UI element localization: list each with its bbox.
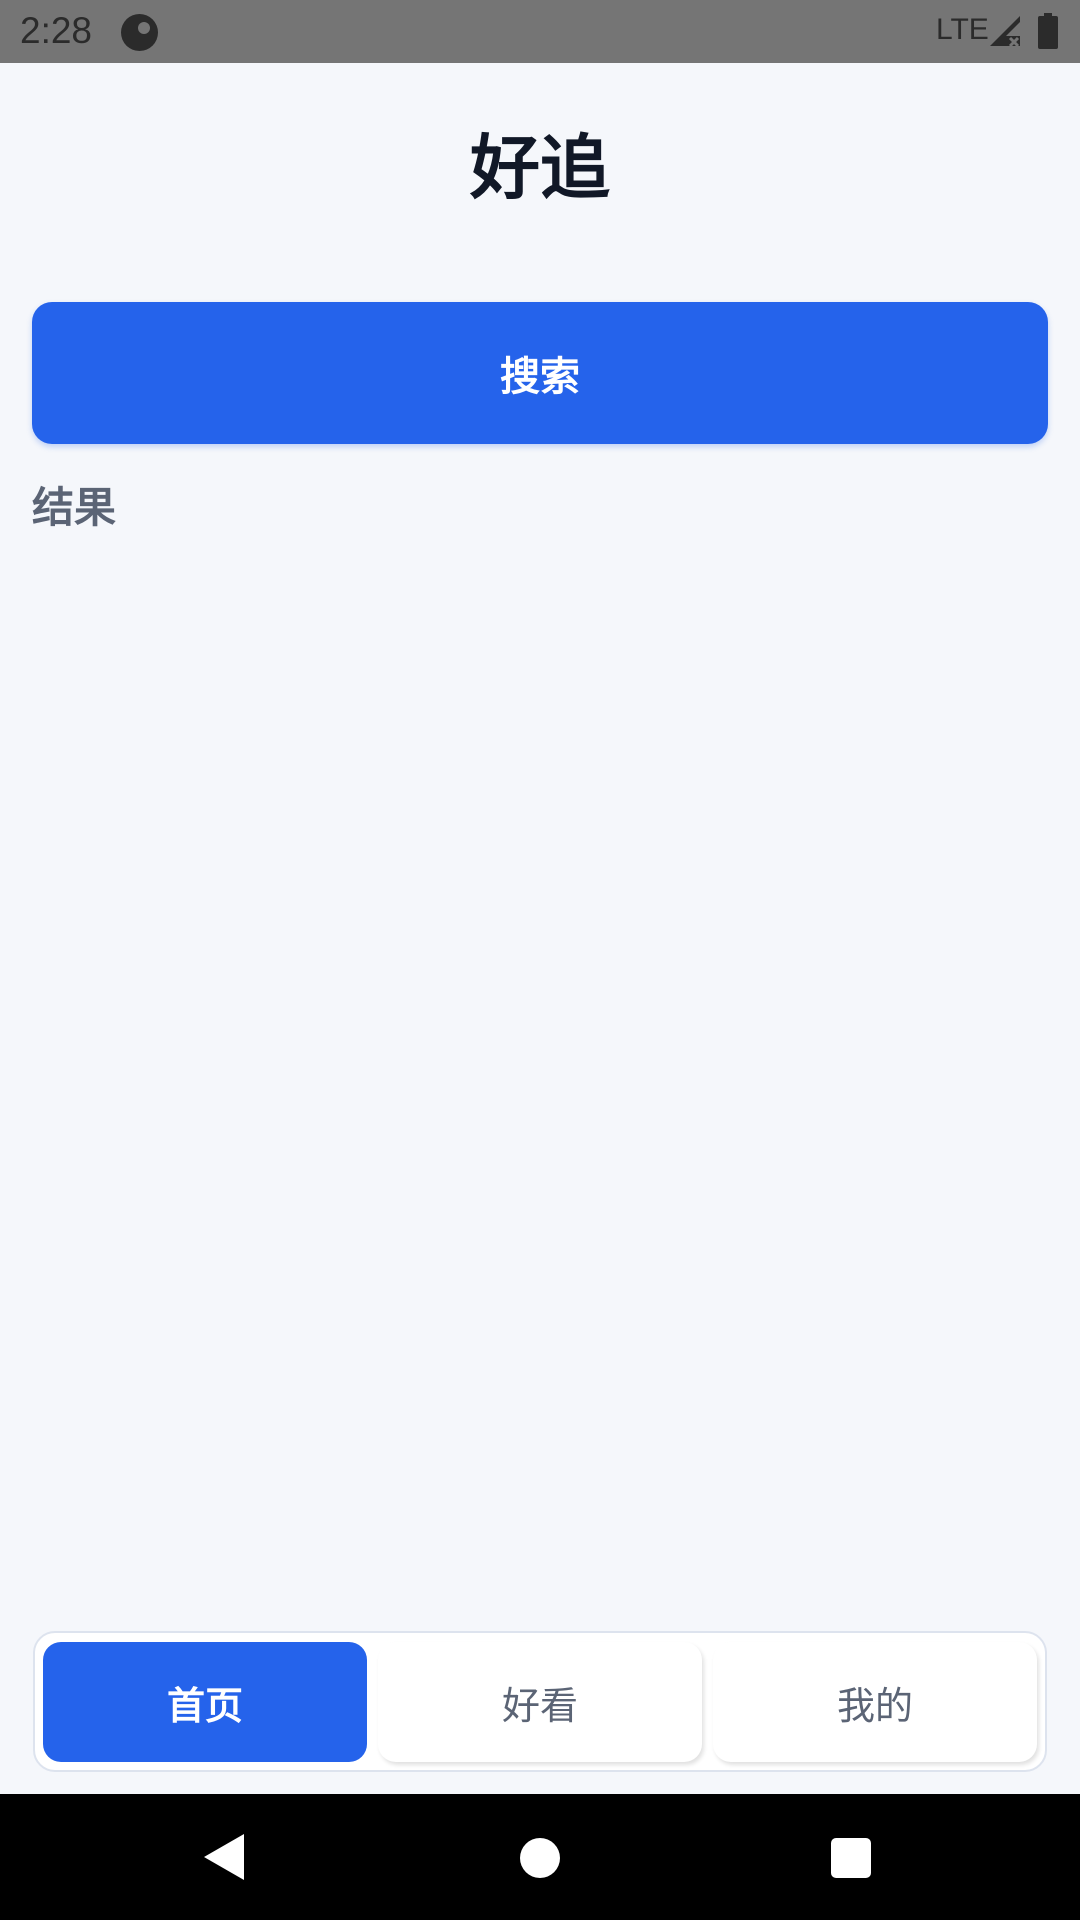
bottom-tab-bar: 首页 好看 我的 [33, 1631, 1047, 1772]
battery-icon [1038, 13, 1058, 49]
search-button[interactable]: 搜索 [32, 302, 1048, 444]
back-icon[interactable] [204, 1834, 246, 1880]
app-title: 好追 [470, 127, 610, 209]
app-notification-icon [121, 14, 158, 51]
tab-home[interactable]: 首页 [43, 1642, 367, 1762]
tab-mine[interactable]: 我的 [713, 1642, 1037, 1762]
tab-haokan[interactable]: 好看 [378, 1642, 702, 1762]
home-icon[interactable] [520, 1838, 560, 1878]
recents-icon[interactable] [831, 1838, 871, 1878]
screen: 2:28 LTE 好追 搜索 结果 首页 好看 我的 [0, 0, 1080, 1920]
status-bar: 2:28 LTE [0, 0, 1080, 63]
status-time: 2:28 [20, 10, 93, 51]
network-type: LTE [936, 13, 989, 46]
signal-icon [990, 16, 1020, 48]
results-label: 结果 [32, 483, 117, 532]
navigation-bar [0, 1794, 1080, 1920]
